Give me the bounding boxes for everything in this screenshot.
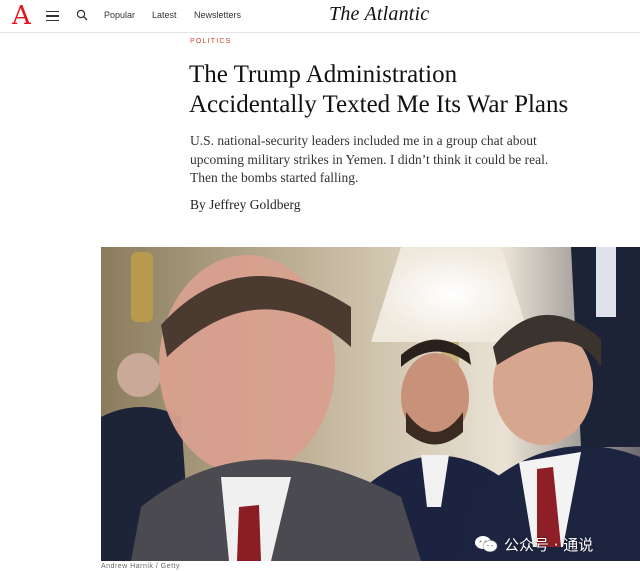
article-dek: U.S. national-security leaders included … xyxy=(190,132,560,188)
nav-latest[interactable]: Latest xyxy=(152,10,177,20)
search-icon[interactable] xyxy=(76,9,88,21)
nav-popular[interactable]: Popular xyxy=(104,10,135,20)
dek-line: upcoming military strikes in Yemen. I di… xyxy=(190,151,549,167)
site-header: A Popular Latest Newsletters The Atlanti… xyxy=(0,0,640,33)
dek-line: U.S. national-security leaders included … xyxy=(190,133,537,148)
brand-wordmark[interactable]: The Atlantic xyxy=(329,3,429,26)
article-headline: The Trump Administration Accidentally Te… xyxy=(189,60,619,120)
headline-line: Accidentally Texted Me Its War Plans xyxy=(189,91,569,118)
menu-icon[interactable] xyxy=(46,11,59,21)
author-byline[interactable]: By Jeffrey Goldberg xyxy=(190,197,300,213)
photo-credit: Andrew Harnik / Getty xyxy=(101,563,180,570)
wechat-watermark: 公众号 · 通说 xyxy=(474,533,593,555)
nav-newsletters[interactable]: Newsletters xyxy=(194,10,241,20)
watermark-text: 公众号 · 通说 xyxy=(504,535,594,554)
section-kicker[interactable]: POLITICS xyxy=(190,38,232,45)
dek-line: Then the bombs started falling. xyxy=(190,170,359,185)
atlantic-logo[interactable]: A xyxy=(12,1,31,31)
lead-photo xyxy=(101,247,640,561)
headline-line: The Trump Administration xyxy=(189,61,458,88)
wechat-icon xyxy=(475,536,498,552)
